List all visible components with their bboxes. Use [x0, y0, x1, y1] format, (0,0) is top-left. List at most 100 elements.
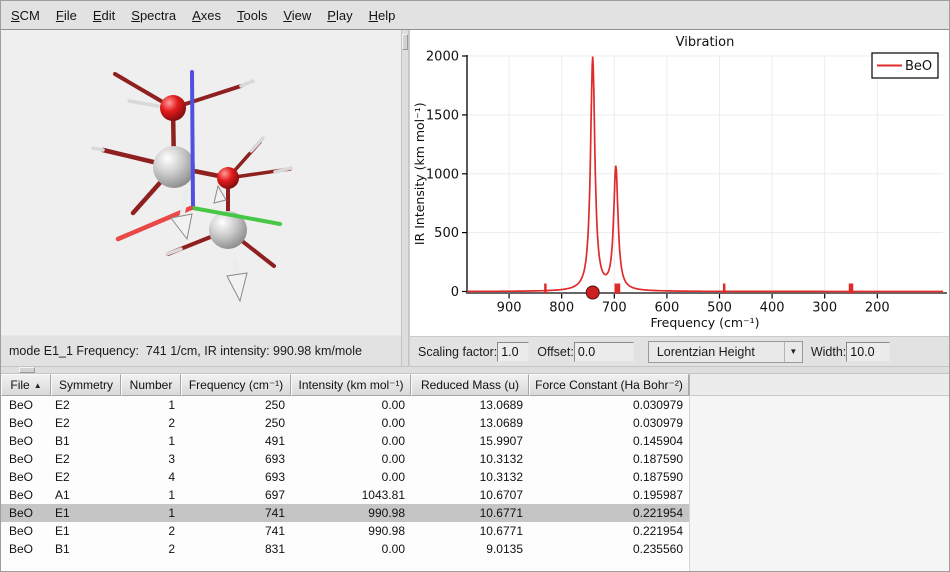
table-row[interactable]: BeOA116971043.8110.67070.195987 — [1, 486, 689, 504]
table-row[interactable]: BeOE12741990.9810.67710.221954 — [1, 522, 689, 540]
splitter-handle-icon[interactable] — [19, 367, 35, 373]
vertical-splitter[interactable] — [401, 30, 409, 366]
menu-item-file[interactable]: File — [48, 2, 85, 29]
table-header: File▲SymmetryNumberFrequency (cm⁻¹)Inten… — [1, 374, 949, 396]
cell-reduced: 9.0135 — [411, 540, 529, 558]
cell-symmetry: B1 — [51, 540, 121, 558]
cell-file: BeO — [1, 432, 51, 450]
column-header-number[interactable]: Number — [121, 374, 181, 396]
cell-intensity: 0.00 — [291, 396, 411, 414]
x-tick-label: 400 — [760, 301, 785, 316]
cell-intensity: 0.00 — [291, 432, 411, 450]
column-header-force[interactable]: Force Constant (Ha Bohr⁻²) — [529, 374, 689, 396]
cell-frequency: 741 — [181, 522, 291, 540]
table-body: BeOE212500.0013.06890.030979BeOE222500.0… — [1, 396, 949, 571]
spectrum-controls: Scaling factor: Offset: Lorentzian Heigh… — [410, 336, 950, 366]
scaling-factor-input[interactable] — [497, 342, 529, 362]
scaling-factor-label: Scaling factor: — [418, 345, 497, 359]
molecule-3d-view[interactable] — [1, 30, 401, 335]
top-region: mode E1_1 Frequency: 741 1/cm, IR intens… — [1, 30, 949, 366]
table-row[interactable]: BeOB128310.009.01350.235560 — [1, 540, 689, 558]
selected-mode-marker[interactable] — [586, 286, 599, 299]
offset-label: Offset: — [537, 345, 574, 359]
cell-force: 0.221954 — [529, 504, 689, 522]
column-header-reduced[interactable]: Reduced Mass (u) — [411, 374, 529, 396]
chart-legend: BeO — [872, 53, 938, 78]
atom-oxygen-1 — [160, 95, 186, 121]
menu-bar: SCMFileEditSpectraAxesToolsViewPlayHelp — [1, 1, 949, 30]
x-tick-label: 600 — [654, 301, 679, 316]
width-input[interactable] — [846, 342, 890, 362]
column-header-file[interactable]: File▲ — [1, 374, 51, 396]
cell-reduced: 10.3132 — [411, 450, 529, 468]
column-header-frequency[interactable]: Frequency (cm⁻¹) — [181, 374, 291, 396]
x-tick-label: 800 — [549, 301, 574, 316]
y-tick-label: 500 — [434, 226, 459, 241]
vibration-chart[interactable]: 9008007006005004003002000500100015002000… — [410, 30, 950, 336]
cell-number: 3 — [121, 450, 181, 468]
column-header-symmetry[interactable]: Symmetry — [51, 374, 121, 396]
cell-symmetry: E2 — [51, 414, 121, 432]
right-pane: 9008007006005004003002000500100015002000… — [409, 30, 950, 366]
table-row[interactable]: BeOE11741990.9810.67710.221954 — [1, 504, 689, 522]
y-tick-label: 0 — [451, 285, 459, 300]
x-tick-label: 900 — [497, 301, 522, 316]
atom-oxygen-2 — [217, 167, 239, 189]
horizontal-splitter[interactable] — [1, 366, 949, 374]
cell-intensity: 0.00 — [291, 450, 411, 468]
molecule-canvas — [1, 30, 401, 335]
column-header-intensity[interactable]: Intensity (km mol⁻¹) — [291, 374, 411, 396]
cell-frequency: 693 — [181, 450, 291, 468]
cell-symmetry: E2 — [51, 468, 121, 486]
lineshape-select[interactable]: Lorentzian Height ▼ — [648, 341, 803, 363]
chart-title: Vibration — [676, 35, 735, 50]
table-row[interactable]: BeOE236930.0010.31320.187590 — [1, 450, 689, 468]
cell-reduced: 15.9907 — [411, 432, 529, 450]
cell-reduced: 13.0689 — [411, 414, 529, 432]
cell-force: 0.030979 — [529, 414, 689, 432]
x-axis-label: Frequency (cm⁻¹) — [651, 315, 760, 330]
menu-item-scm[interactable]: SCM — [3, 2, 48, 29]
menu-item-tools[interactable]: Tools — [229, 2, 275, 29]
cell-number: 1 — [121, 504, 181, 522]
cell-number: 1 — [121, 432, 181, 450]
sort-asc-icon: ▲ — [34, 381, 42, 390]
spectra-window: SCMFileEditSpectraAxesToolsViewPlayHelp — [0, 0, 950, 572]
cell-number: 2 — [121, 414, 181, 432]
cell-reduced: 10.6771 — [411, 504, 529, 522]
menu-item-view[interactable]: View — [275, 2, 319, 29]
table-row[interactable]: BeOB114910.0015.99070.145904 — [1, 432, 689, 450]
y-tick-label: 2000 — [426, 50, 459, 65]
menu-item-play[interactable]: Play — [319, 2, 360, 29]
cell-reduced: 10.6771 — [411, 522, 529, 540]
menu-item-help[interactable]: Help — [361, 2, 404, 29]
modes-table: File▲SymmetryNumberFrequency (cm⁻¹)Inten… — [1, 374, 949, 571]
left-pane: mode E1_1 Frequency: 741 1/cm, IR intens… — [1, 30, 401, 366]
cell-frequency: 250 — [181, 396, 291, 414]
menu-item-spectra[interactable]: Spectra — [123, 2, 184, 29]
cell-force: 0.187590 — [529, 450, 689, 468]
cell-number: 2 — [121, 540, 181, 558]
cell-reduced: 10.3132 — [411, 468, 529, 486]
dropdown-arrow-icon[interactable]: ▼ — [784, 342, 802, 362]
table-row[interactable]: BeOE212500.0013.06890.030979 — [1, 396, 689, 414]
cell-symmetry: B1 — [51, 432, 121, 450]
splitter-handle-icon[interactable] — [402, 34, 408, 50]
cell-file: BeO — [1, 396, 51, 414]
width-label: Width: — [811, 345, 846, 359]
cell-file: BeO — [1, 486, 51, 504]
offset-input[interactable] — [574, 342, 634, 362]
x-tick-label: 300 — [812, 301, 837, 316]
menu-item-edit[interactable]: Edit — [85, 2, 123, 29]
mode-status-text: mode E1_1 Frequency: 741 1/cm, IR intens… — [1, 335, 401, 366]
table-row[interactable]: BeOE246930.0010.31320.187590 — [1, 468, 689, 486]
cell-reduced: 10.6707 — [411, 486, 529, 504]
legend-label: BeO — [905, 59, 932, 74]
table-row[interactable]: BeOE222500.0013.06890.030979 — [1, 414, 689, 432]
cell-intensity: 0.00 — [291, 468, 411, 486]
cell-symmetry: E1 — [51, 522, 121, 540]
x-tick-label: 500 — [707, 301, 732, 316]
cell-symmetry: E2 — [51, 450, 121, 468]
menu-item-axes[interactable]: Axes — [184, 2, 229, 29]
cell-file: BeO — [1, 414, 51, 432]
